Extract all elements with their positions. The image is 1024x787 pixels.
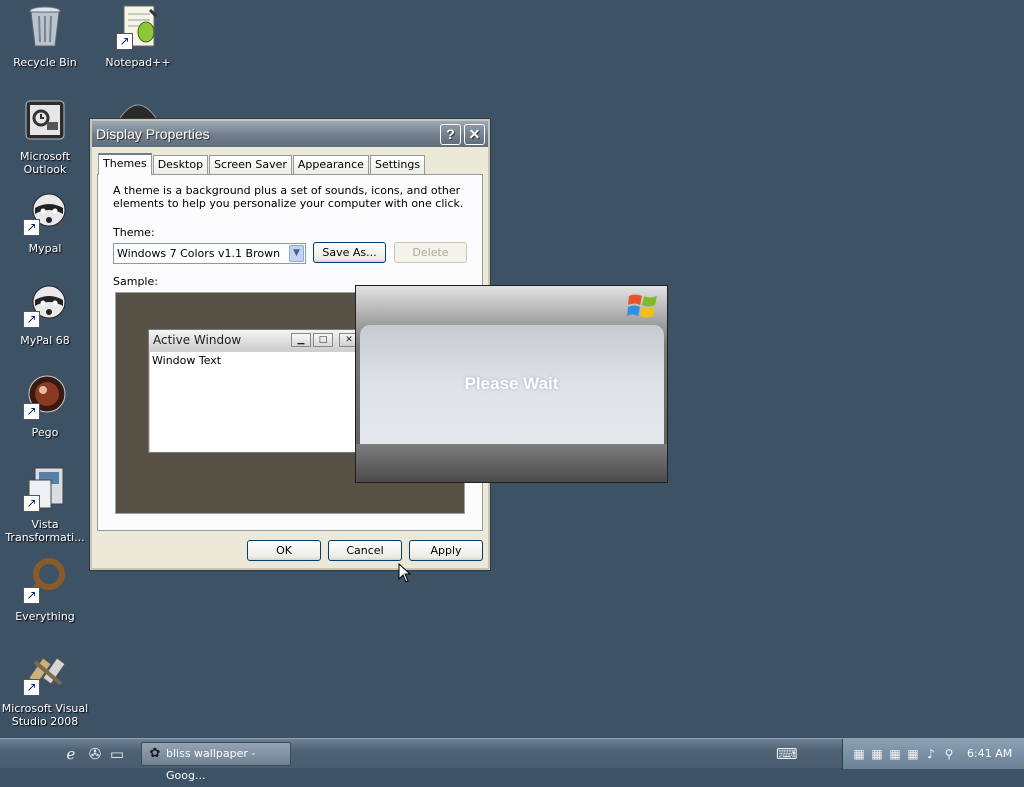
theme-label: Theme: — [113, 226, 155, 239]
mouse-cursor-icon — [398, 562, 412, 586]
shortcut-arrow-icon: ↗ — [23, 403, 40, 420]
visual-studio-icon: ↗ — [21, 648, 69, 696]
desktop-icon-recycle-bin[interactable]: Recycle Bin — [0, 2, 90, 69]
window-title: Display Properties — [96, 126, 210, 142]
windows-logo-icon — [627, 292, 659, 323]
desktop-icon-label: Microsoft Outlook — [19, 150, 71, 176]
shortcut-arrow-icon: ↗ — [23, 219, 40, 236]
volume-icon[interactable]: ♪ — [923, 746, 939, 762]
desktop-icon-label: Notepad++ — [105, 56, 171, 69]
desktop-icon-label: Microsoft Visual Studio 2008 — [1, 702, 89, 728]
taskbar-button-bliss-wallpaper[interactable]: ✿ bliss wallpaper - Goog... — [141, 742, 291, 782]
desktop-icon-mypal-68[interactable]: ↗ MyPal 68 — [0, 280, 90, 347]
desktop-icon-label: Everything — [15, 610, 75, 623]
show-desktop-icon[interactable]: ✇ — [86, 745, 104, 763]
theme-select[interactable]: Windows 7 Colors v1.1 Brown ▼ — [113, 243, 306, 264]
tab-appearance[interactable]: Appearance — [292, 155, 369, 175]
shortcut-arrow-icon: ↗ — [23, 495, 40, 512]
ok-button[interactable]: OK — [247, 540, 321, 561]
desktop-icon-mypal[interactable]: ↗ Mypal — [0, 188, 90, 255]
desktop-icon-label: Vista Transformati... — [5, 518, 85, 544]
cancel-button[interactable]: Cancel — [328, 540, 402, 561]
taskbar-button-label: bliss wallpaper - Goog... — [166, 747, 256, 782]
desktop-icon-label: Pego — [31, 426, 59, 439]
close-button[interactable]: ✕ — [464, 124, 485, 145]
please-wait-dialog: Please Wait — [355, 285, 668, 483]
chevron-down-icon[interactable]: ▼ — [289, 245, 304, 262]
everything-icon: ↗ — [21, 556, 69, 604]
tab-strip: Themes Desktop Screen Saver Appearance S… — [98, 153, 426, 175]
desktop-icon-pego[interactable]: ↗ Pego — [0, 372, 90, 439]
network-icon[interactable]: ▦ — [887, 746, 903, 762]
shortcut-arrow-icon: ↗ — [23, 679, 40, 696]
browser-icon: ✿ — [149, 746, 161, 761]
save-as-button[interactable]: Save As... — [313, 242, 386, 263]
sample-title-text: Active Window — [153, 333, 242, 347]
search-icon[interactable]: ⚲ — [941, 746, 957, 762]
outlook-icon — [21, 96, 69, 144]
desktop-icon-hidden[interactable] — [116, 96, 160, 119]
system-tray: ▦ ▦ ▦ ▦ ♪ ⚲ 6:41 AM — [842, 739, 1024, 769]
apply-button[interactable]: Apply — [409, 540, 483, 561]
network-icon[interactable]: ▦ — [905, 746, 921, 762]
keyboard-icon[interactable]: ⌨ — [776, 745, 798, 763]
desktop-icon-notepad-plus-plus[interactable]: ↗ Notepad++ — [93, 2, 183, 69]
shortcut-arrow-icon: ↗ — [23, 311, 40, 328]
mypal-68-icon: ↗ — [21, 280, 69, 328]
sample-window-text: Window Text — [150, 352, 356, 452]
shortcut-arrow-icon: ↗ — [116, 33, 133, 50]
theme-description: A theme is a background plus a set of so… — [113, 184, 464, 210]
network-icon[interactable]: ▦ — [869, 746, 885, 762]
taskbar: ℯ ✇ ▭ ✿ bliss wallpaper - Goog... ⌨ ▦ ▦ … — [0, 738, 1024, 782]
please-wait-text: Please Wait — [464, 374, 559, 393]
display-properties-title-bar[interactable]: Display Properties ? ✕ — [92, 121, 488, 147]
sample-active-window-title: Active Window ▁ □ ✕ — [149, 330, 377, 350]
window-switcher-icon[interactable]: ▭ — [108, 745, 126, 763]
pego-icon: ↗ — [21, 372, 69, 420]
minimize-icon: ▁ — [291, 333, 311, 347]
sample-label: Sample: — [113, 275, 158, 288]
desktop-icon-label: Mypal — [28, 242, 62, 255]
mypal-icon: ↗ — [21, 188, 69, 236]
desktop-icon-label: Recycle Bin — [13, 56, 77, 69]
tab-themes[interactable]: Themes — [98, 153, 152, 175]
tab-desktop[interactable]: Desktop — [152, 155, 209, 175]
theme-select-value: Windows 7 Colors v1.1 Brown — [117, 247, 281, 260]
tab-settings[interactable]: Settings — [369, 155, 426, 175]
shortcut-arrow-icon: ↗ — [23, 587, 40, 604]
desktop-icon-vista-transformation[interactable]: ↗ Vista Transformati... — [0, 464, 90, 544]
please-wait-footer — [356, 444, 667, 482]
desktop-icon-outlook[interactable]: Microsoft Outlook — [0, 96, 90, 176]
recycle-bin-icon — [21, 2, 69, 50]
maximize-icon: □ — [313, 333, 333, 347]
desktop-icon-everything[interactable]: ↗ Everything — [0, 556, 90, 623]
delete-button[interactable]: Delete — [394, 242, 467, 263]
desktop-icon-label: MyPal 68 — [20, 334, 70, 347]
tab-screen-saver[interactable]: Screen Saver — [209, 155, 292, 175]
vista-transformation-icon: ↗ — [21, 464, 69, 512]
sample-active-window: Active Window ▁ □ ✕ Window Text — [148, 329, 378, 453]
notepad-plus-plus-icon: ↗ — [114, 2, 162, 50]
desktop-icon-visual-studio[interactable]: ↗ Microsoft Visual Studio 2008 — [0, 648, 90, 728]
help-button[interactable]: ? — [440, 124, 461, 145]
network-icon[interactable]: ▦ — [851, 746, 867, 762]
internet-explorer-icon[interactable]: ℯ — [62, 745, 80, 763]
taskbar-clock[interactable]: 6:41 AM — [967, 739, 1012, 769]
